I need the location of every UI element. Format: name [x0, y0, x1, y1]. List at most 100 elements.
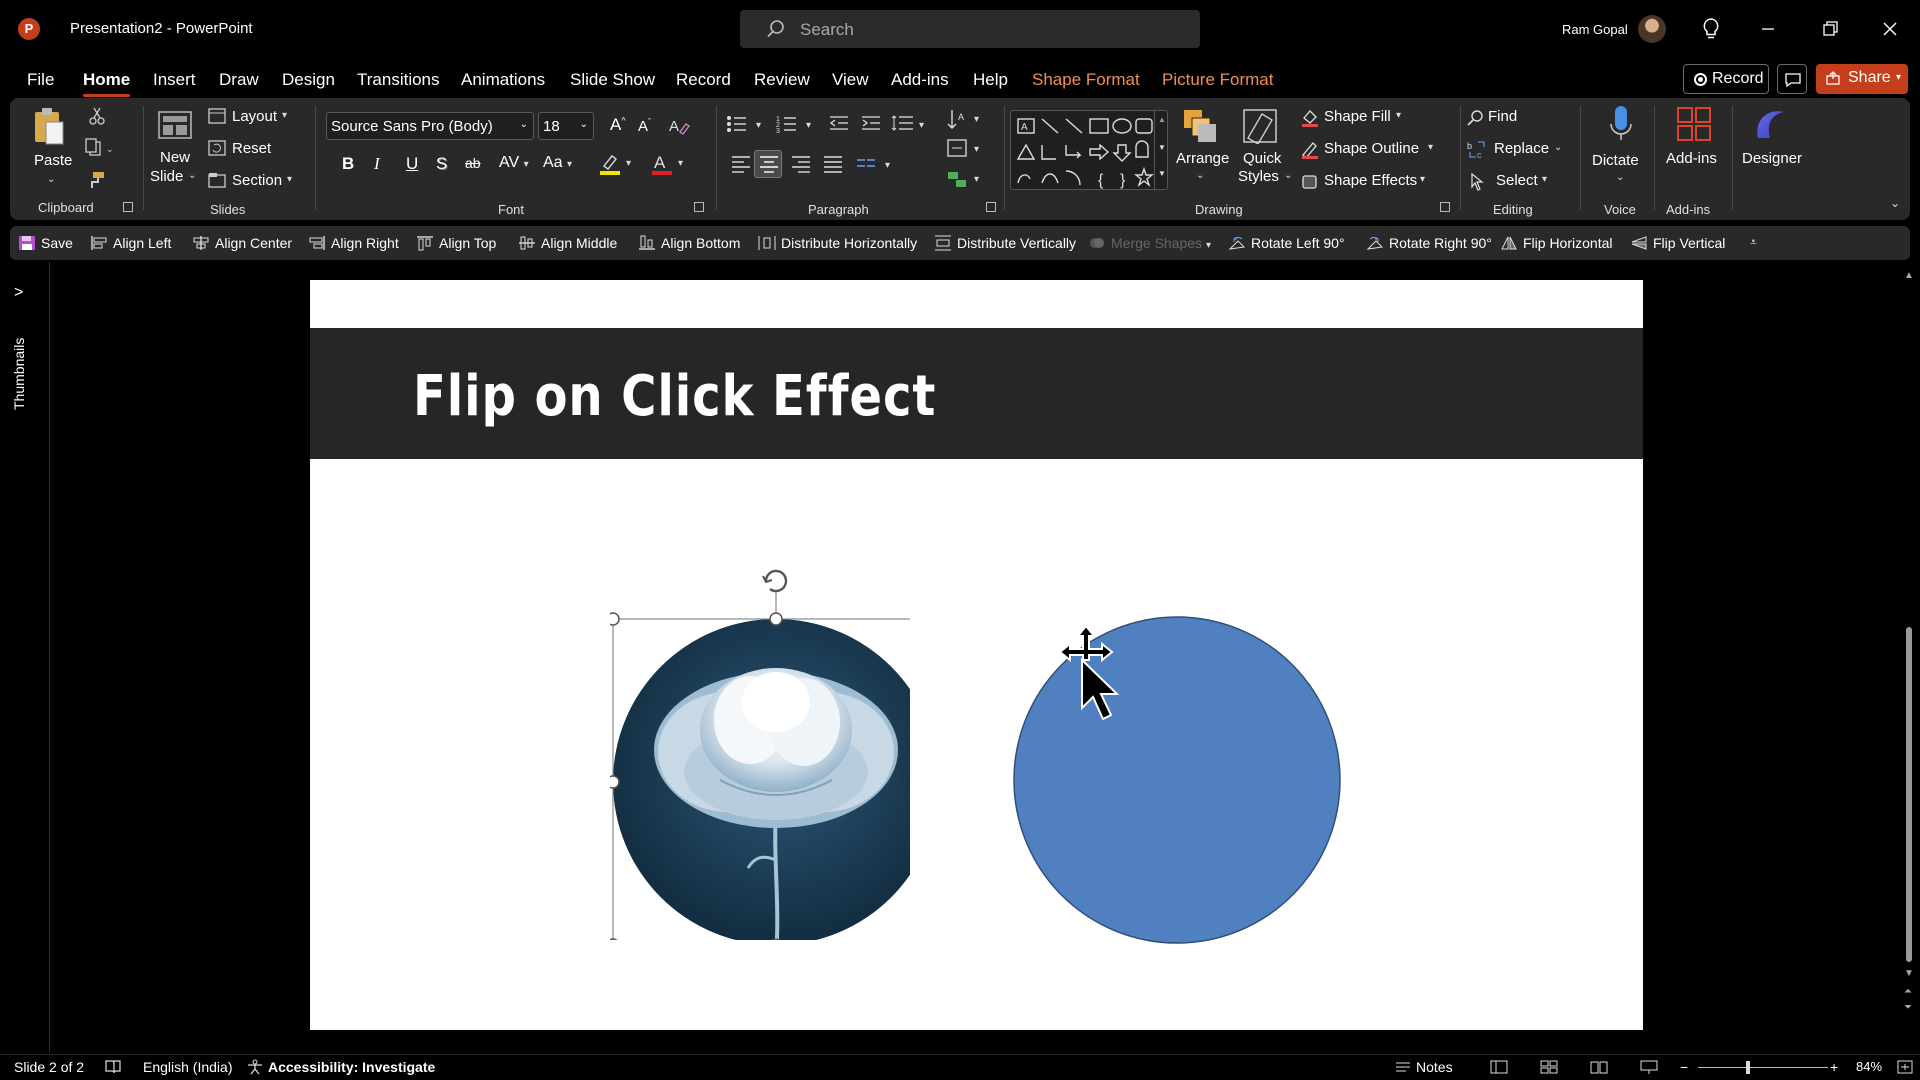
decrease-font-size-icon[interactable]: Aˇ: [638, 117, 651, 135]
qat-align-middle-button[interactable]: Align Middle: [518, 235, 617, 251]
thumbnails-pane[interactable]: > Thumbnails: [0, 262, 50, 1052]
normal-view-icon[interactable]: [1490, 1059, 1508, 1075]
tab-design[interactable]: Design: [282, 70, 335, 90]
shapes-gallery-scroll[interactable]: ▲ ▼ ▼: [1154, 111, 1168, 189]
tab-draw[interactable]: Draw: [219, 70, 259, 90]
paragraph-launcher-icon[interactable]: [986, 202, 996, 212]
tab-review[interactable]: Review: [754, 70, 810, 90]
slide-canvas[interactable]: Flip on Click Effect: [310, 280, 1643, 1030]
avatar[interactable]: [1638, 15, 1666, 43]
text-direction-icon[interactable]: A ▾: [946, 108, 986, 132]
language-indicator[interactable]: English (India): [143, 1059, 233, 1075]
zoom-in-icon[interactable]: +: [1830, 1059, 1838, 1075]
record-button[interactable]: Record: [1683, 64, 1769, 94]
accessibility-status[interactable]: Accessibility: Investigate: [268, 1059, 435, 1075]
increase-indent-icon[interactable]: [860, 114, 884, 134]
fit-to-window-icon[interactable]: [1896, 1059, 1914, 1075]
close-icon[interactable]: [1875, 14, 1905, 44]
columns-icon[interactable]: ▾: [855, 156, 897, 172]
zoom-out-icon[interactable]: −: [1680, 1059, 1688, 1075]
previous-slide-icon[interactable]: ⏶: [1904, 986, 1912, 997]
tab-view[interactable]: View: [832, 70, 869, 90]
qat-distribute-vertically-button[interactable]: Distribute Vertically: [934, 235, 1076, 251]
character-spacing-button[interactable]: AV ▾: [499, 154, 529, 172]
shapes-gallery[interactable]: A { } ▲ ▼ ▼: [1010, 110, 1168, 190]
slide-show-icon[interactable]: [1640, 1059, 1658, 1075]
convert-to-smartart-icon[interactable]: ▾: [946, 168, 986, 190]
tab-add-ins[interactable]: Add-ins: [891, 70, 949, 90]
qat-rotate-right-button[interactable]: Rotate Right 90°: [1366, 235, 1492, 251]
underline-button[interactable]: U: [406, 154, 418, 174]
scroll-up-icon[interactable]: ▲: [1904, 270, 1914, 281]
tab-home[interactable]: Home: [83, 70, 131, 97]
scroll-down-icon[interactable]: ▼: [1904, 968, 1914, 979]
clipboard-launcher-icon[interactable]: [123, 202, 133, 212]
minimize-icon[interactable]: [1753, 14, 1783, 44]
zoom-slider-knob[interactable]: [1746, 1061, 1750, 1074]
center-text-button[interactable]: [754, 150, 782, 178]
tab-record[interactable]: Record: [676, 70, 731, 90]
qat-align-left-button[interactable]: Align Left: [90, 235, 171, 251]
qat-merge-shapes-button[interactable]: Merge Shapes ▾: [1088, 235, 1211, 251]
numbering-icon[interactable]: 123▾: [776, 114, 820, 134]
search-input[interactable]: Search: [740, 10, 1200, 48]
qat-distribute-horizontally-button[interactable]: Distribute Horizontally: [758, 235, 917, 251]
font-size-dropdown[interactable]: 18 ⌄: [538, 112, 594, 140]
spelling-check-icon[interactable]: [104, 1059, 122, 1075]
font-color-icon[interactable]: A ▾: [650, 152, 690, 176]
vertical-scrollbar[interactable]: ▲ ▼ ⏶ ⏷: [1900, 262, 1918, 1022]
qat-align-bottom-button[interactable]: Align Bottom: [638, 235, 740, 251]
align-text-icon[interactable]: ▾: [946, 138, 986, 160]
user-name[interactable]: Ram Gopal: [1562, 22, 1628, 37]
rotate-handle-icon[interactable]: [762, 569, 788, 593]
tab-picture-format[interactable]: Picture Format: [1162, 70, 1273, 90]
restore-icon[interactable]: [1815, 14, 1845, 44]
comments-button[interactable]: [1777, 64, 1807, 94]
italic-button[interactable]: I: [374, 154, 380, 174]
collapse-ribbon-icon[interactable]: ⌄: [1890, 196, 1900, 210]
justify-icon[interactable]: [822, 154, 844, 174]
qat-align-top-button[interactable]: Align Top: [416, 235, 496, 251]
drawing-launcher-icon[interactable]: [1440, 202, 1450, 212]
highlight-color-icon[interactable]: ▾: [598, 152, 638, 176]
reading-view-icon[interactable]: [1590, 1059, 1608, 1075]
qat-flip-vertical-button[interactable]: Flip Vertical: [1630, 235, 1725, 251]
shadow-button[interactable]: S: [436, 154, 447, 174]
expand-thumbnails-icon[interactable]: >: [14, 284, 23, 302]
share-button[interactable]: Share ▾: [1816, 64, 1908, 94]
strikethrough-button[interactable]: ab: [465, 155, 481, 171]
tab-transitions[interactable]: Transitions: [357, 70, 440, 90]
zoom-slider[interactable]: [1698, 1067, 1828, 1068]
customize-qat-icon[interactable]: ⩡: [1750, 235, 1757, 250]
qat-align-right-button[interactable]: Align Right: [308, 235, 399, 251]
bullets-icon[interactable]: ▾: [726, 114, 770, 134]
bold-button[interactable]: B: [342, 154, 354, 174]
copy-icon[interactable]: ⌄: [84, 138, 114, 158]
decrease-indent-icon[interactable]: [828, 114, 852, 134]
increase-font-size-icon[interactable]: A^: [610, 115, 626, 135]
font-name-dropdown[interactable]: Source Sans Pro (Body) ⌄: [326, 112, 534, 140]
lightbulb-icon[interactable]: [1700, 17, 1722, 41]
scrollbar-thumb[interactable]: [1906, 627, 1912, 962]
qat-flip-horizontal-button[interactable]: Flip Horizontal: [1500, 235, 1612, 251]
slide-sorter-icon[interactable]: [1540, 1059, 1558, 1075]
qat-align-center-button[interactable]: Align Center: [192, 235, 292, 251]
align-left-text-icon[interactable]: [730, 154, 752, 174]
next-slide-icon[interactable]: ⏷: [1904, 1002, 1912, 1013]
tab-help[interactable]: Help: [973, 70, 1008, 90]
tab-slide-show[interactable]: Slide Show: [570, 70, 655, 90]
slide-title[interactable]: Flip on Click Effect: [413, 364, 936, 429]
line-spacing-icon[interactable]: ▾: [891, 114, 931, 134]
font-launcher-icon[interactable]: [694, 202, 704, 212]
clear-formatting-icon[interactable]: A: [668, 116, 690, 136]
flower-picture[interactable]: [610, 540, 910, 940]
qat-save-button[interactable]: Save: [18, 235, 73, 251]
cut-icon[interactable]: [88, 106, 106, 126]
change-case-button[interactable]: Aa ▾: [543, 154, 572, 172]
tab-insert[interactable]: Insert: [153, 70, 196, 90]
qat-rotate-left-button[interactable]: Rotate Left 90°: [1228, 235, 1345, 251]
zoom-level[interactable]: 84%: [1856, 1059, 1882, 1074]
tab-file[interactable]: File: [27, 70, 54, 90]
align-right-text-icon[interactable]: [790, 154, 812, 174]
notes-button[interactable]: Notes: [1416, 1059, 1453, 1075]
